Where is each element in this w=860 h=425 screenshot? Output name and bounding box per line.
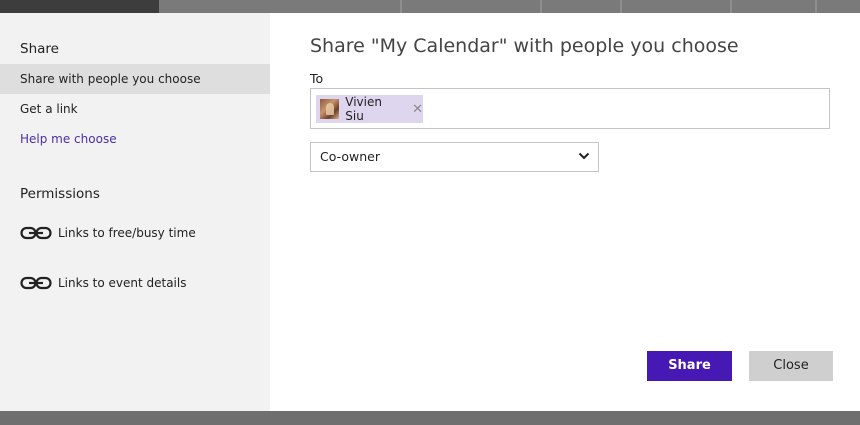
permissions-heading: Permissions	[20, 186, 100, 202]
chevron-down-icon	[578, 152, 590, 160]
permission-event-details-label: Links to event details	[58, 276, 187, 290]
background-divider	[620, 0, 622, 13]
dialog-title: Share "My Calendar" with people you choo…	[310, 35, 739, 57]
permission-free-busy-label: Links to free/busy time	[58, 226, 196, 240]
permission-level-value: Co-owner	[320, 149, 380, 164]
permission-event-details-link[interactable]: Links to event details	[20, 273, 186, 293]
permission-level-select[interactable]: Co-owner	[310, 142, 599, 172]
background-bottom-strip	[0, 411, 860, 425]
background-divider	[540, 0, 542, 13]
close-button[interactable]: Close	[749, 351, 833, 381]
share-dialog: Share Share with people you choose Get a…	[0, 13, 860, 411]
share-button[interactable]: Share	[647, 351, 732, 381]
main-panel: Share "My Calendar" with people you choo…	[270, 13, 860, 411]
recipients-field[interactable]: Vivien Siu ✕	[310, 88, 830, 129]
to-label: To	[310, 71, 324, 86]
link-icon	[20, 276, 52, 290]
sidebar-item-share-with-people[interactable]: Share with people you choose	[0, 64, 270, 94]
background-divider	[730, 0, 732, 13]
help-me-choose-link[interactable]: Help me choose	[0, 124, 270, 154]
permission-free-busy-link[interactable]: Links to free/busy time	[20, 223, 196, 243]
background-divider	[400, 0, 402, 13]
share-heading: Share	[20, 41, 59, 57]
background-app-tab	[0, 0, 159, 13]
sidebar-item-get-a-link[interactable]: Get a link	[0, 94, 270, 124]
background-top-strip	[0, 0, 860, 13]
recipient-name: Vivien Siu	[345, 95, 382, 123]
remove-recipient-icon[interactable]: ✕	[412, 103, 423, 116]
sidebar: Share Share with people you choose Get a…	[0, 13, 270, 411]
link-icon	[20, 226, 52, 240]
avatar	[320, 99, 340, 119]
recipient-chip[interactable]: Vivien Siu ✕	[316, 95, 423, 123]
background-divider	[815, 0, 817, 13]
